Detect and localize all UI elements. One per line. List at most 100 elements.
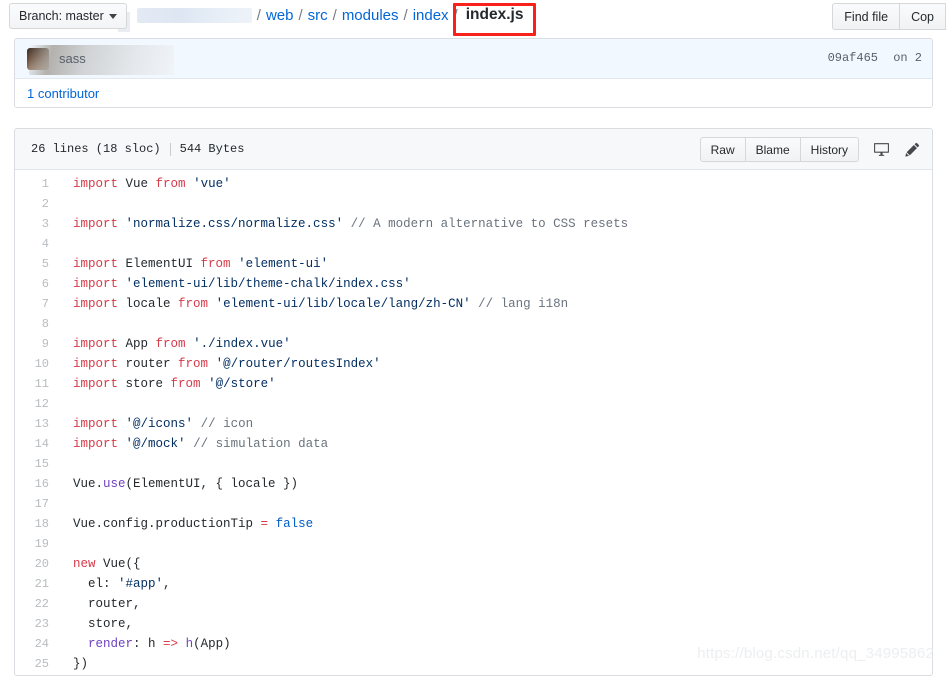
line-content: import '@/mock' // simulation data — [73, 437, 329, 451]
code-line: 21 el: '#app', — [15, 574, 932, 594]
breadcrumb: / web / src / modules / index / index.js — [136, 5, 527, 25]
breadcrumb-current-file: index.js — [465, 6, 524, 23]
line-number[interactable]: 10 — [15, 354, 59, 374]
line-number[interactable]: 16 — [15, 474, 59, 494]
meta-divider — [169, 142, 171, 156]
file-action-buttons: Raw Blame History — [699, 137, 920, 162]
repo-name-redacted — [136, 7, 252, 23]
line-number[interactable]: 2 — [15, 194, 59, 214]
copy-path-button[interactable]: Cop — [900, 3, 946, 30]
line-number[interactable]: 23 — [15, 614, 59, 634]
file-toolbar: 26 lines (18 sloc) 544 Bytes Raw Blame H… — [15, 129, 932, 170]
line-number[interactable]: 24 — [15, 634, 59, 654]
line-number[interactable]: 6 — [15, 274, 59, 294]
code-line: 9 import App from './index.vue' — [15, 334, 932, 354]
code-line: 15 — [15, 454, 932, 474]
line-number[interactable]: 20 — [15, 554, 59, 574]
line-number[interactable]: 19 — [15, 534, 59, 554]
line-content: import App from './index.vue' — [73, 337, 291, 351]
line-content: import locale from 'element-ui/lib/local… — [73, 297, 569, 311]
code-line: 17 — [15, 494, 932, 514]
find-file-button[interactable]: Find file — [832, 3, 901, 30]
code-line: 10 import router from '@/router/routesInd… — [15, 354, 932, 374]
line-number[interactable]: 9 — [15, 334, 59, 354]
breadcrumb-separator-3: / — [403, 6, 408, 24]
code-line: 18 Vue.config.productionTip = false — [15, 514, 932, 534]
line-number[interactable]: 5 — [15, 254, 59, 274]
line-number[interactable]: 7 — [15, 294, 59, 314]
line-number[interactable]: 12 — [15, 394, 59, 414]
line-number[interactable]: 13 — [15, 414, 59, 434]
line-content: store, — [73, 617, 134, 631]
code-line: 12 — [15, 394, 932, 414]
breadcrumb-item-index[interactable]: index — [413, 7, 449, 24]
github-file-view: Branch: master / web / src / modules / i… — [0, 0, 946, 686]
raw-button[interactable]: Raw — [699, 137, 746, 162]
branch-dropdown-label: Branch: master — [19, 9, 104, 23]
line-number[interactable]: 11 — [15, 374, 59, 394]
repo-actions: Find file Cop — [832, 3, 946, 30]
line-number[interactable]: 22 — [15, 594, 59, 614]
commit-meta: 09af465 on 2 — [828, 51, 922, 65]
line-content: Vue.config.productionTip = false — [73, 517, 314, 531]
line-content: el: '#app', — [73, 577, 171, 591]
code-line: 7 import locale from 'element-ui/lib/loca… — [15, 294, 932, 314]
code-line: 19 — [15, 534, 932, 554]
code-line: 1 import Vue from 'vue' — [15, 174, 932, 194]
line-number[interactable]: 3 — [15, 214, 59, 234]
line-content: import 'normalize.css/normalize.css' // … — [73, 217, 629, 231]
breadcrumb-item-modules[interactable]: modules — [342, 7, 399, 24]
file-size: 544 Bytes — [179, 142, 245, 156]
file-button-group: Raw Blame History — [699, 137, 859, 162]
line-content: import Vue from 'vue' — [73, 177, 231, 191]
desktop-icon[interactable] — [873, 141, 890, 158]
line-number[interactable]: 15 — [15, 454, 59, 474]
breadcrumb-bar: Branch: master / web / src / modules / i… — [0, 0, 946, 36]
line-number[interactable]: 21 — [15, 574, 59, 594]
code-line: 4 — [15, 234, 932, 254]
code-line: 8 — [15, 314, 932, 334]
code-line: 22 router, — [15, 594, 932, 614]
file-meta: 26 lines (18 sloc) 544 Bytes — [31, 142, 244, 156]
redacted-author-overlay — [29, 45, 174, 75]
file-content-box: 26 lines (18 sloc) 544 Bytes Raw Blame H… — [14, 128, 933, 676]
history-button[interactable]: History — [800, 137, 859, 162]
line-number[interactable]: 1 — [15, 174, 59, 194]
commit-hash[interactable]: 09af465 — [828, 51, 878, 65]
code-line: 20 new Vue({ — [15, 554, 932, 574]
line-content: import 'element-ui/lib/theme-chalk/index… — [73, 277, 411, 291]
line-number[interactable]: 4 — [15, 234, 59, 254]
line-content: import store from '@/store' — [73, 377, 276, 391]
blame-button[interactable]: Blame — [745, 137, 801, 162]
commit-date: on 2 — [893, 51, 922, 65]
code-line: 6 import 'element-ui/lib/theme-chalk/inde… — [15, 274, 932, 294]
line-content: Vue.use(ElementUI, { locale }) — [73, 477, 299, 491]
commit-message: sass — [59, 51, 86, 66]
line-content: import ElementUI from 'element-ui' — [73, 257, 329, 271]
breadcrumb-item-web[interactable]: web — [266, 7, 294, 24]
code-viewer: 1 import Vue from 'vue' 2 3 import 'normaliz… — [15, 170, 932, 674]
code-line: 23 store, — [15, 614, 932, 634]
line-content: import router from '@/router/routesIndex… — [73, 357, 381, 371]
code-line: 11 import store from '@/store' — [15, 374, 932, 394]
line-number[interactable]: 17 — [15, 494, 59, 514]
line-content: render: h => h(App) — [88, 637, 231, 651]
code-line: 13 import '@/icons' // icon — [15, 414, 932, 434]
line-number[interactable]: 8 — [15, 314, 59, 334]
line-number[interactable]: 25 — [15, 654, 59, 674]
chevron-down-icon — [108, 13, 117, 19]
line-content: }) — [73, 657, 89, 671]
contributors-row: 1 contributor — [15, 79, 932, 107]
code-line: 3 import 'normalize.css/normalize.css' //… — [15, 214, 932, 234]
pencil-icon[interactable] — [904, 142, 920, 158]
branch-dropdown-button[interactable]: Branch: master — [9, 3, 127, 29]
line-content: new Vue({ — [73, 557, 141, 571]
breadcrumb-separator-1: / — [298, 6, 303, 24]
code-line: 14 import '@/mock' // simulation data — [15, 434, 932, 454]
contributors-link[interactable]: 1 contributor — [27, 86, 99, 101]
line-number[interactable]: 18 — [15, 514, 59, 534]
line-number[interactable]: 14 — [15, 434, 59, 454]
commit-header-row: sass 09af465 on 2 — [15, 39, 932, 79]
breadcrumb-item-src[interactable]: src — [308, 7, 328, 24]
code-line: 2 — [15, 194, 932, 214]
